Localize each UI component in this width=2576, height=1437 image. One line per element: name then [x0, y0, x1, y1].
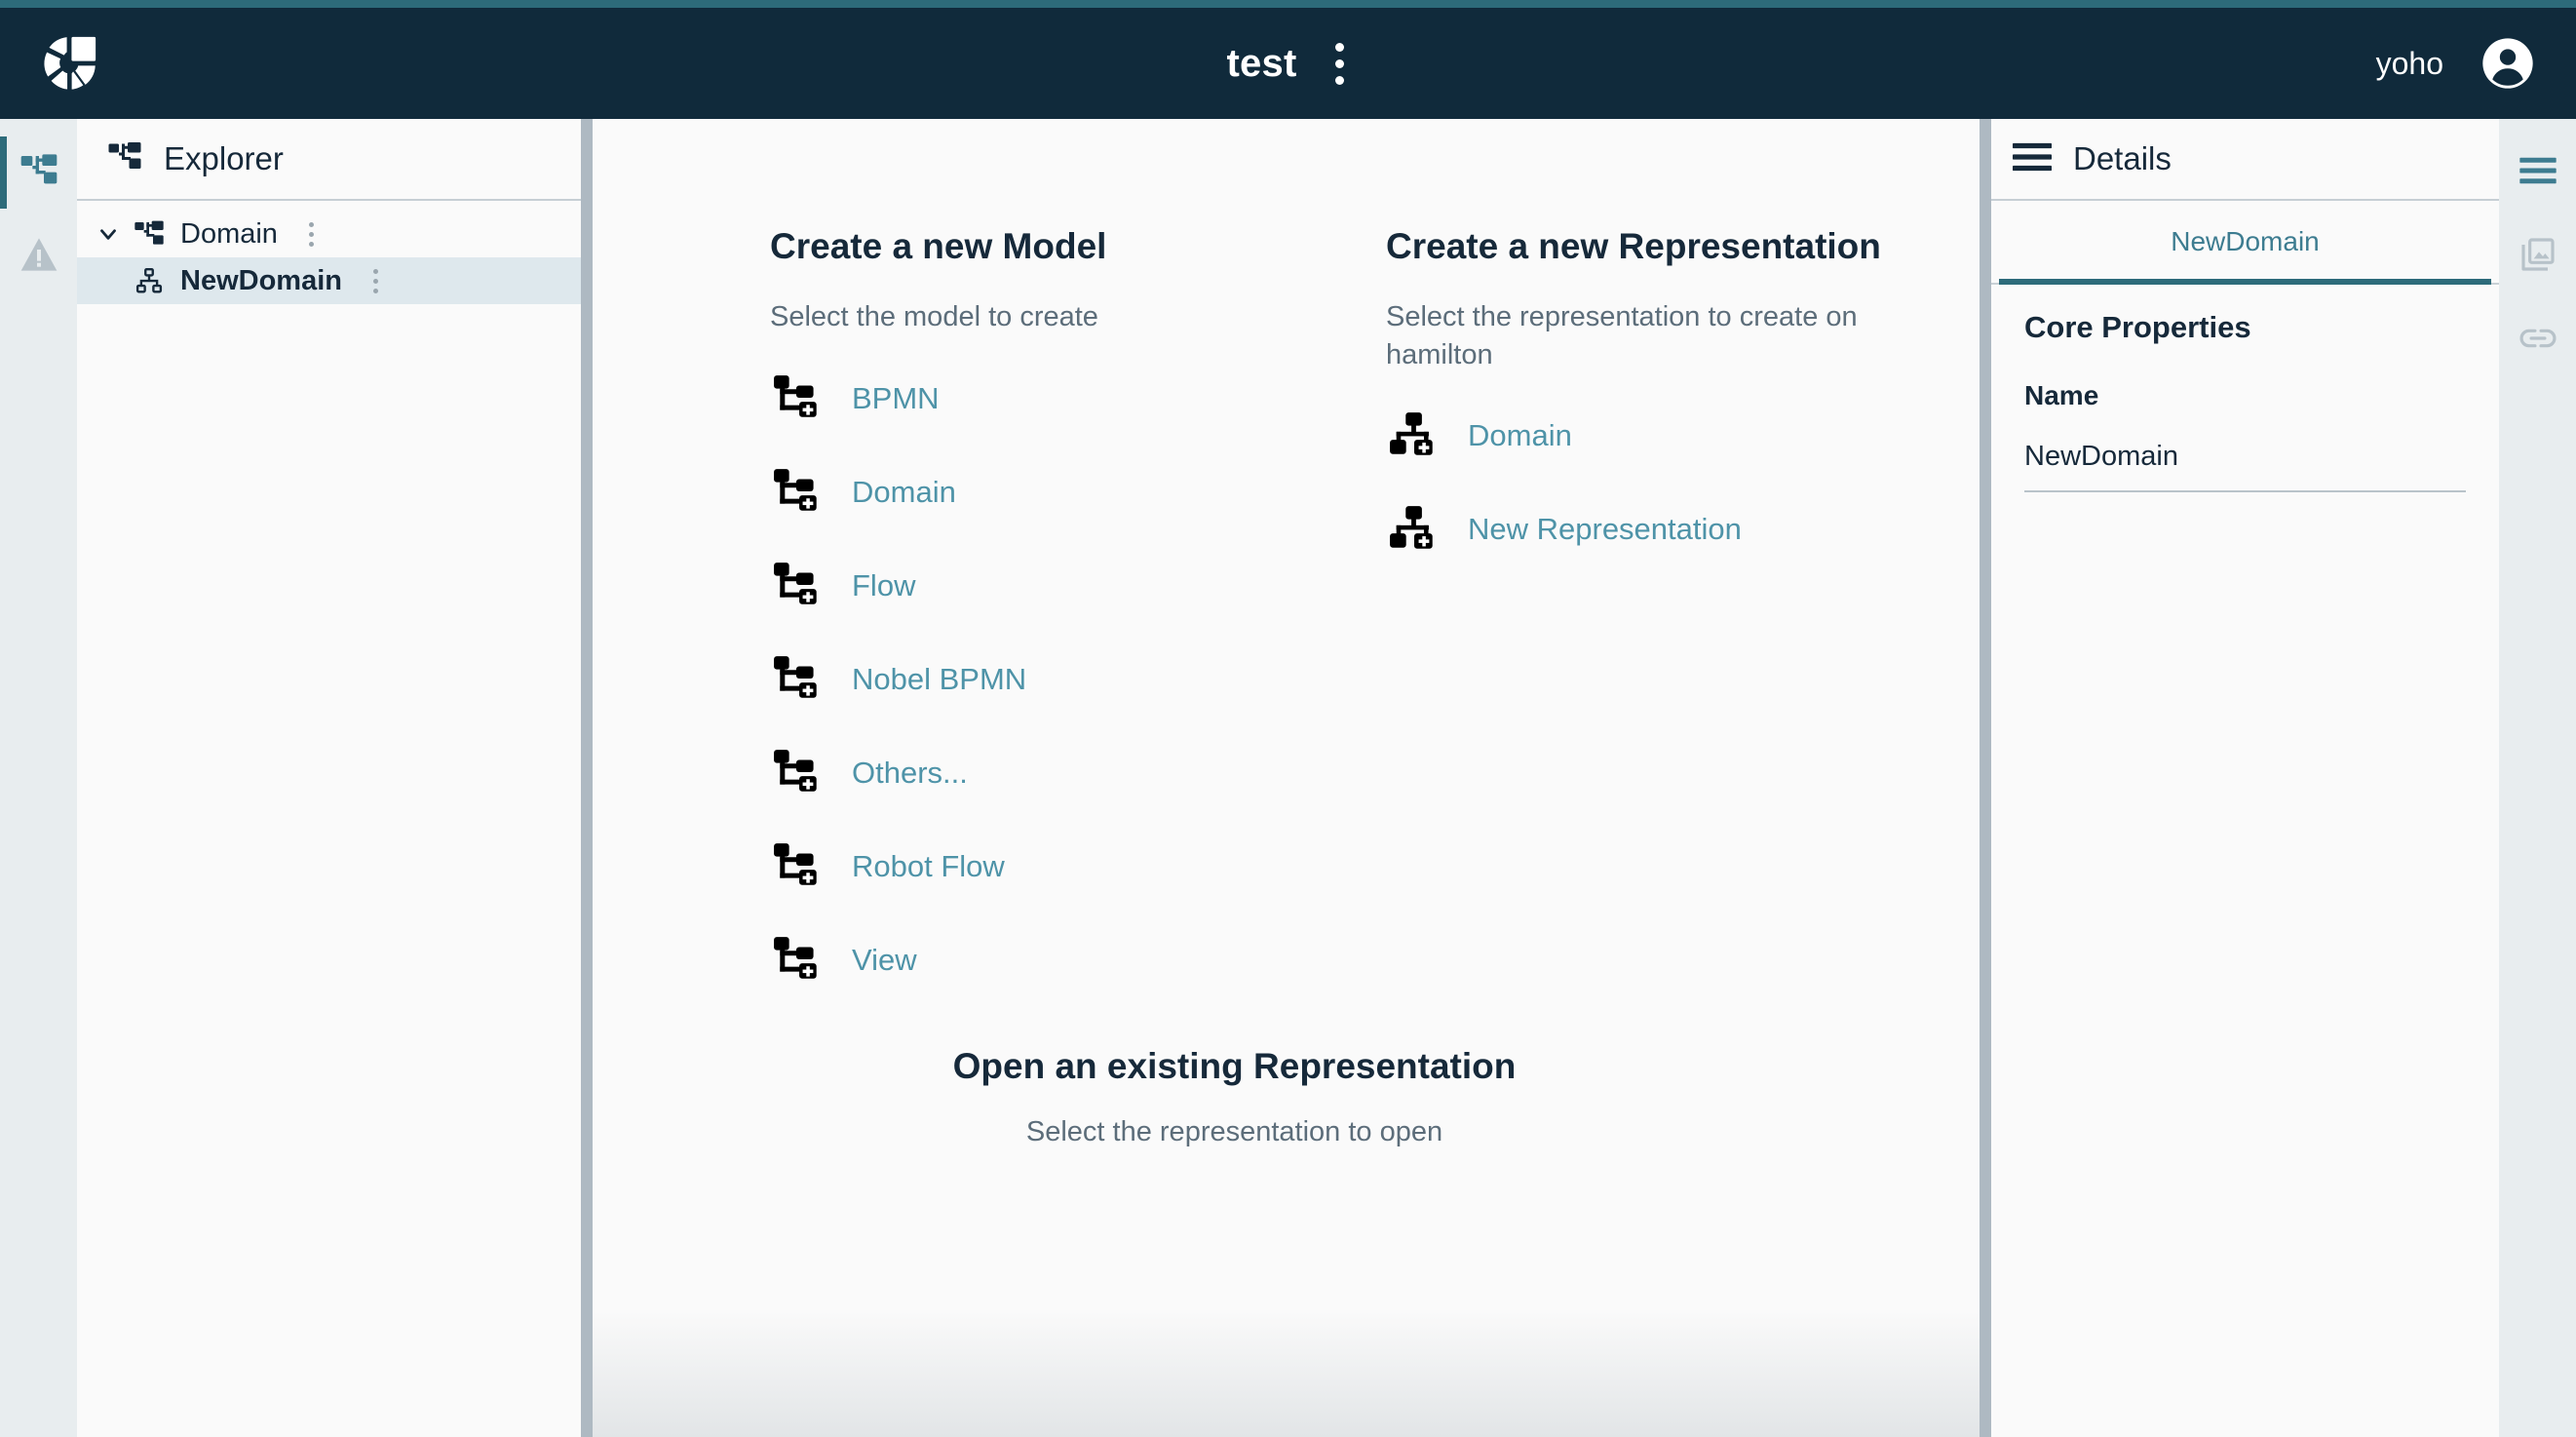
create-representation-column: Create a new Representation Select the r… [1386, 224, 1881, 1007]
top-accent-strip [0, 0, 2576, 8]
validation-warning-icon [19, 236, 58, 278]
tab-newdomain[interactable]: NewDomain [1999, 201, 2491, 285]
new-representation-hierarchy-icon [1386, 501, 1442, 558]
details-panel: Details NewDomain Core Properties Name N… [1991, 119, 2499, 1437]
hamburger-icon [2518, 157, 2557, 189]
hamburger-icon[interactable] [2013, 142, 2052, 176]
open-representation-subtitle: Select the representation to open [1025, 1115, 1443, 1147]
create-representation-item-label: New Representation [1468, 512, 1742, 547]
create-representation-item-domain[interactable]: Domain [1386, 389, 1881, 483]
create-model-column: Create a new Model Select the model to c… [770, 224, 1265, 1007]
create-model-item-robot-flow[interactable]: Robot Flow [770, 820, 1265, 913]
core-properties-heading: Core Properties [2024, 310, 2251, 344]
explorer-panel-header: Explorer [77, 119, 581, 201]
create-representation-item-new-representation[interactable]: New Representation [1386, 483, 1881, 576]
tree-item-label: Domain [180, 217, 278, 250]
explorer-tree-icon [19, 151, 58, 195]
create-model-title: Create a new Model [770, 226, 1107, 266]
rail-item-validation[interactable] [0, 214, 77, 298]
new-model-tree-icon [770, 745, 827, 801]
document-tree-icon [130, 214, 169, 253]
rail-item-details[interactable] [2499, 131, 2576, 214]
details-panel-header: Details [1991, 119, 2499, 201]
create-model-item-others[interactable]: Others... [770, 726, 1265, 820]
create-model-item-bpmn[interactable]: BPMN [770, 352, 1265, 446]
details-title: Details [2073, 140, 2172, 176]
account-circle-icon[interactable] [2480, 36, 2535, 91]
tree-item-newdomain[interactable]: NewDomain [77, 257, 581, 304]
tab-label: NewDomain [2171, 226, 2320, 256]
create-representation-subtitle: Select the representation to create on h… [1386, 301, 1858, 370]
create-columns: Create a new Model Select the model to c… [593, 119, 1980, 1007]
explorer-tree-icon [107, 139, 142, 179]
create-model-item-label: Flow [852, 567, 916, 602]
create-model-item-label: Others... [852, 755, 968, 790]
rail-item-explorer[interactable] [0, 131, 77, 214]
create-model-item-label: BPMN [852, 380, 940, 415]
details-resize-handle[interactable] [1980, 119, 1991, 1437]
header-user-group: yoho [2376, 36, 2576, 91]
main-canvas: Create a new Model Select the model to c… [593, 119, 1980, 1437]
app-header: test yoho [0, 8, 2576, 119]
chevron-down-icon[interactable] [87, 213, 130, 255]
create-model-item-view[interactable]: View [770, 913, 1265, 1007]
rail-item-representations[interactable] [2499, 214, 2576, 298]
new-model-tree-icon [770, 838, 827, 895]
open-representation-section: Open an existing Representation Select t… [593, 1046, 1980, 1148]
explorer-panel: Explorer Domain NewDomain [77, 119, 581, 1437]
new-model-tree-icon [770, 558, 827, 614]
open-representation-title: Open an existing Representation [952, 1045, 1517, 1086]
user-name-label: yoho [2375, 45, 2443, 81]
right-icon-rail [2499, 119, 2576, 1437]
rail-item-related-elements[interactable] [2499, 298, 2576, 382]
name-field-label: Name [2024, 380, 2099, 410]
app-body: Explorer Domain NewDomain Create a new M… [0, 119, 2576, 1437]
create-model-item-flow[interactable]: Flow [770, 539, 1265, 633]
create-model-item-domain[interactable]: Domain [770, 446, 1265, 539]
create-representation-title: Create a new Representation [1386, 226, 1881, 266]
tree-item-menu-kebab-icon[interactable] [295, 214, 328, 253]
details-body: Core Properties Name NewDomain [1991, 285, 2499, 492]
explorer-resize-handle[interactable] [581, 119, 593, 1437]
explorer-title: Explorer [164, 140, 284, 176]
create-model-item-label: View [852, 942, 917, 977]
create-model-item-label: Domain [852, 474, 956, 509]
tree-item-menu-kebab-icon[interactable] [360, 261, 393, 300]
create-representation-item-label: Domain [1468, 418, 1572, 453]
new-model-tree-icon [770, 651, 827, 708]
hierarchy-icon [130, 261, 169, 300]
representations-gallery-icon [2518, 235, 2557, 279]
tree-item-domain[interactable]: Domain [77, 211, 581, 257]
project-menu-kebab-icon[interactable] [1329, 40, 1349, 87]
left-icon-rail [0, 119, 77, 1437]
sirius-pie-logo-icon[interactable] [39, 33, 99, 94]
application-window: test yoho Explorer Domain NewDomain Crea… [0, 0, 2576, 1437]
new-representation-hierarchy-icon [1386, 408, 1442, 464]
new-model-tree-icon [770, 370, 827, 427]
explorer-tree: Domain NewDomain [77, 201, 581, 304]
create-model-item-label: Robot Flow [852, 848, 1005, 883]
create-model-subtitle: Select the model to create [770, 301, 1098, 333]
project-title: test [1226, 41, 1297, 85]
create-model-item-label: Nobel BPMN [852, 661, 1027, 696]
header-center-group: test [0, 40, 2576, 87]
details-tabs: NewDomain [1991, 201, 2499, 285]
related-elements-link-icon [2518, 326, 2557, 356]
name-field-input[interactable]: NewDomain [2024, 441, 2466, 492]
tree-item-label: NewDomain [180, 264, 342, 296]
new-model-tree-icon [770, 932, 827, 989]
create-model-item-nobel-bpmn[interactable]: Nobel BPMN [770, 633, 1265, 726]
canvas-bottom-fade [593, 1310, 1980, 1437]
new-model-tree-icon [770, 464, 827, 521]
